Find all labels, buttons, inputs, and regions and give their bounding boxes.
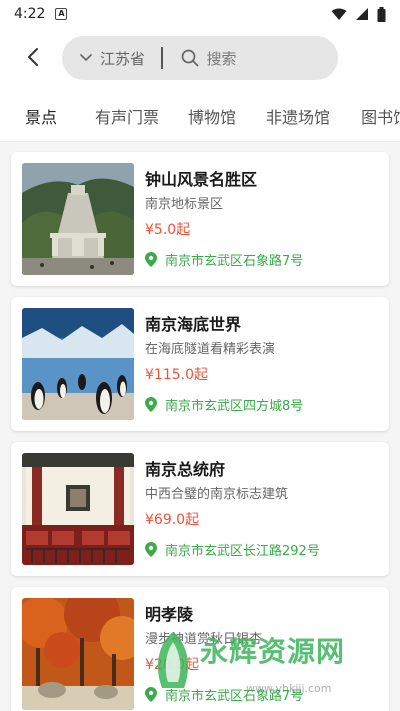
wifi-icon (331, 8, 347, 20)
attraction-address-text: 南京市玄武区四方城8号 (165, 398, 304, 414)
tab-audio-tickets[interactable]: 有声门票 (95, 104, 159, 128)
chevron-down-icon (80, 54, 92, 62)
autumn-trees-image (22, 598, 134, 710)
attraction-title: 钟山风景名胜区 (145, 170, 258, 189)
penguin-image (22, 308, 134, 420)
tab-scenic-spots[interactable]: 景点 (25, 104, 57, 128)
attraction-address: 南京市玄武区石象路7号 (145, 250, 381, 269)
attraction-card[interactable]: 南京总统府 中西合璧的南京标志建筑 ¥69.0起 南京市玄武区长江路292号 (11, 442, 389, 576)
attraction-card[interactable]: 南京海底世界 在海底隧道看精彩表演 ¥115.0起 南京市玄武区四方城8号 (11, 297, 389, 431)
mausoleum-image (22, 163, 134, 275)
status-bar: 4:22 A (0, 0, 400, 28)
attraction-card[interactable]: 钟山风景名胜区 南京地标景区 ¥5.0起 南京市玄武区石象路7号 (11, 152, 389, 286)
search-bar: 江苏省 搜索 (62, 36, 338, 80)
status-time: 4:22 (14, 6, 46, 22)
province-label: 江苏省 (100, 49, 146, 68)
search-placeholder: 搜索 (206, 49, 237, 68)
location-pin-icon (145, 251, 157, 267)
attraction-subtitle: 在海底隧道看精彩表演 (145, 342, 276, 357)
attraction-subtitle: 漫步神道赏秋日银杏 (145, 632, 263, 647)
header: 江苏省 搜索 (0, 28, 400, 90)
back-arrow-icon (28, 48, 38, 66)
tab-libraries[interactable]: 图书馆 (361, 104, 400, 128)
attraction-subtitle: 南京地标景区 (145, 197, 224, 212)
signal-icon (356, 8, 368, 20)
attraction-price: ¥115.0起 (145, 367, 208, 383)
attraction-price: ¥69.0起 (145, 512, 200, 528)
hall-image (22, 453, 134, 565)
search-icon (181, 49, 198, 67)
location-pin-icon (145, 396, 157, 412)
attraction-address: 南京市玄武区四方城8号 (145, 395, 381, 414)
search-input[interactable]: 搜索 (181, 48, 237, 69)
search-divider (161, 47, 163, 69)
province-selector[interactable]: 江苏省 (62, 48, 145, 69)
attraction-title: 南京总统府 (145, 460, 226, 479)
attraction-title: 明孝陵 (145, 605, 194, 624)
attraction-address-text: 南京市玄武区石象路7号 (165, 688, 304, 704)
battery-icon (377, 6, 386, 22)
notification-icon: A (55, 8, 68, 20)
location-pin-icon (145, 686, 157, 702)
tab-museums[interactable]: 博物馆 (188, 104, 236, 128)
attraction-address: 南京市玄武区长江路292号 (145, 540, 381, 559)
attraction-title: 南京海底世界 (145, 315, 242, 334)
attraction-price: ¥20.0起 (145, 657, 200, 673)
attraction-subtitle: 中西合璧的南京标志建筑 (145, 487, 289, 502)
attraction-price: ¥5.0起 (145, 222, 191, 238)
tab-heritage-venues[interactable]: 非遗场馆 (266, 104, 330, 128)
attraction-address: 南京市玄武区石象路7号 (145, 685, 381, 704)
back-button[interactable] (18, 42, 48, 72)
category-tabs: 景点 有声门票 博物馆 非遗场馆 图书馆 (0, 90, 400, 142)
location-pin-icon (145, 541, 157, 557)
attraction-address-text: 南京市玄武区石象路7号 (165, 253, 304, 269)
attraction-address-text: 南京市玄武区长江路292号 (165, 543, 320, 559)
attraction-card[interactable]: 明孝陵 漫步神道赏秋日银杏 ¥20.0起 南京市玄武区石象路7号 (11, 587, 389, 711)
